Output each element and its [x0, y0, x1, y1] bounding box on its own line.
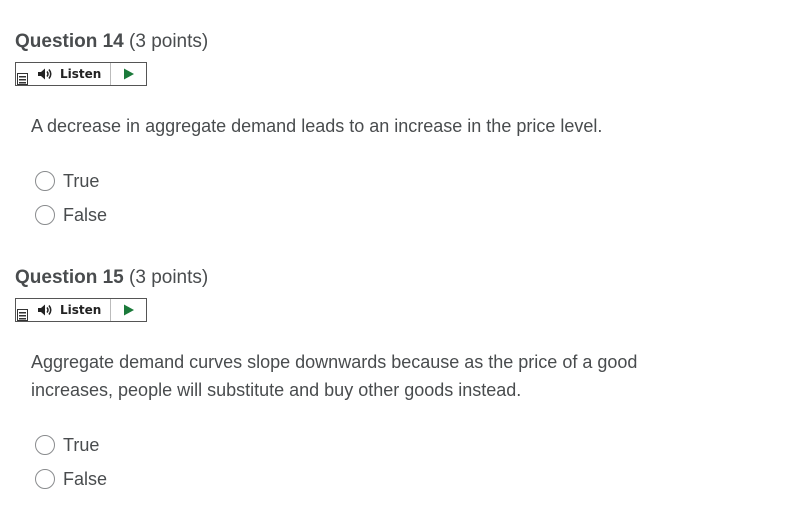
play-triangle-icon [123, 304, 134, 316]
radio-button[interactable] [35, 171, 55, 191]
question-points: (3 points) [129, 31, 209, 52]
radio-button[interactable] [35, 469, 55, 489]
radio-button[interactable] [35, 205, 55, 225]
menu-lines-icon[interactable] [17, 308, 28, 321]
choice-false[interactable]: False [35, 466, 107, 492]
question-title: Question 15 (3 points) [15, 266, 785, 290]
choice-label: False [63, 204, 108, 225]
choice-label: True [63, 170, 100, 191]
choice-label: True [63, 434, 100, 455]
play-button[interactable] [111, 299, 146, 321]
question-14: Question 14 (3 points) Listen A decrease… [15, 30, 785, 230]
play-triangle-icon [123, 68, 134, 80]
question-15: Question 15 (3 points) Listen Aggregate … [15, 266, 785, 506]
choice-label: False [63, 468, 108, 489]
question-text: Aggregate demand curves slope downwards … [31, 352, 638, 400]
question-title: Question 14 (3 points) [15, 30, 785, 54]
question-points: (3 points) [129, 267, 209, 288]
readspeaker-toolbar: Listen [15, 298, 147, 322]
play-button[interactable] [111, 63, 146, 85]
readspeaker-toolbar: Listen [15, 62, 147, 86]
choice-true[interactable]: True [35, 432, 99, 458]
menu-lines-icon[interactable] [17, 72, 28, 85]
radio-button[interactable] [35, 435, 55, 455]
listen-button[interactable]: Listen [16, 63, 111, 85]
listen-button[interactable]: Listen [16, 299, 111, 321]
listen-label: Listen [60, 303, 102, 317]
question-text: A decrease in aggregate demand leads to … [31, 116, 603, 136]
listen-label: Listen [60, 67, 102, 81]
question-number: Question 15 [15, 267, 124, 288]
speaker-icon [38, 304, 54, 316]
choice-false[interactable]: False [35, 202, 107, 228]
choice-true[interactable]: True [35, 168, 99, 194]
question-number: Question 14 [15, 31, 124, 52]
speaker-icon [38, 68, 54, 80]
